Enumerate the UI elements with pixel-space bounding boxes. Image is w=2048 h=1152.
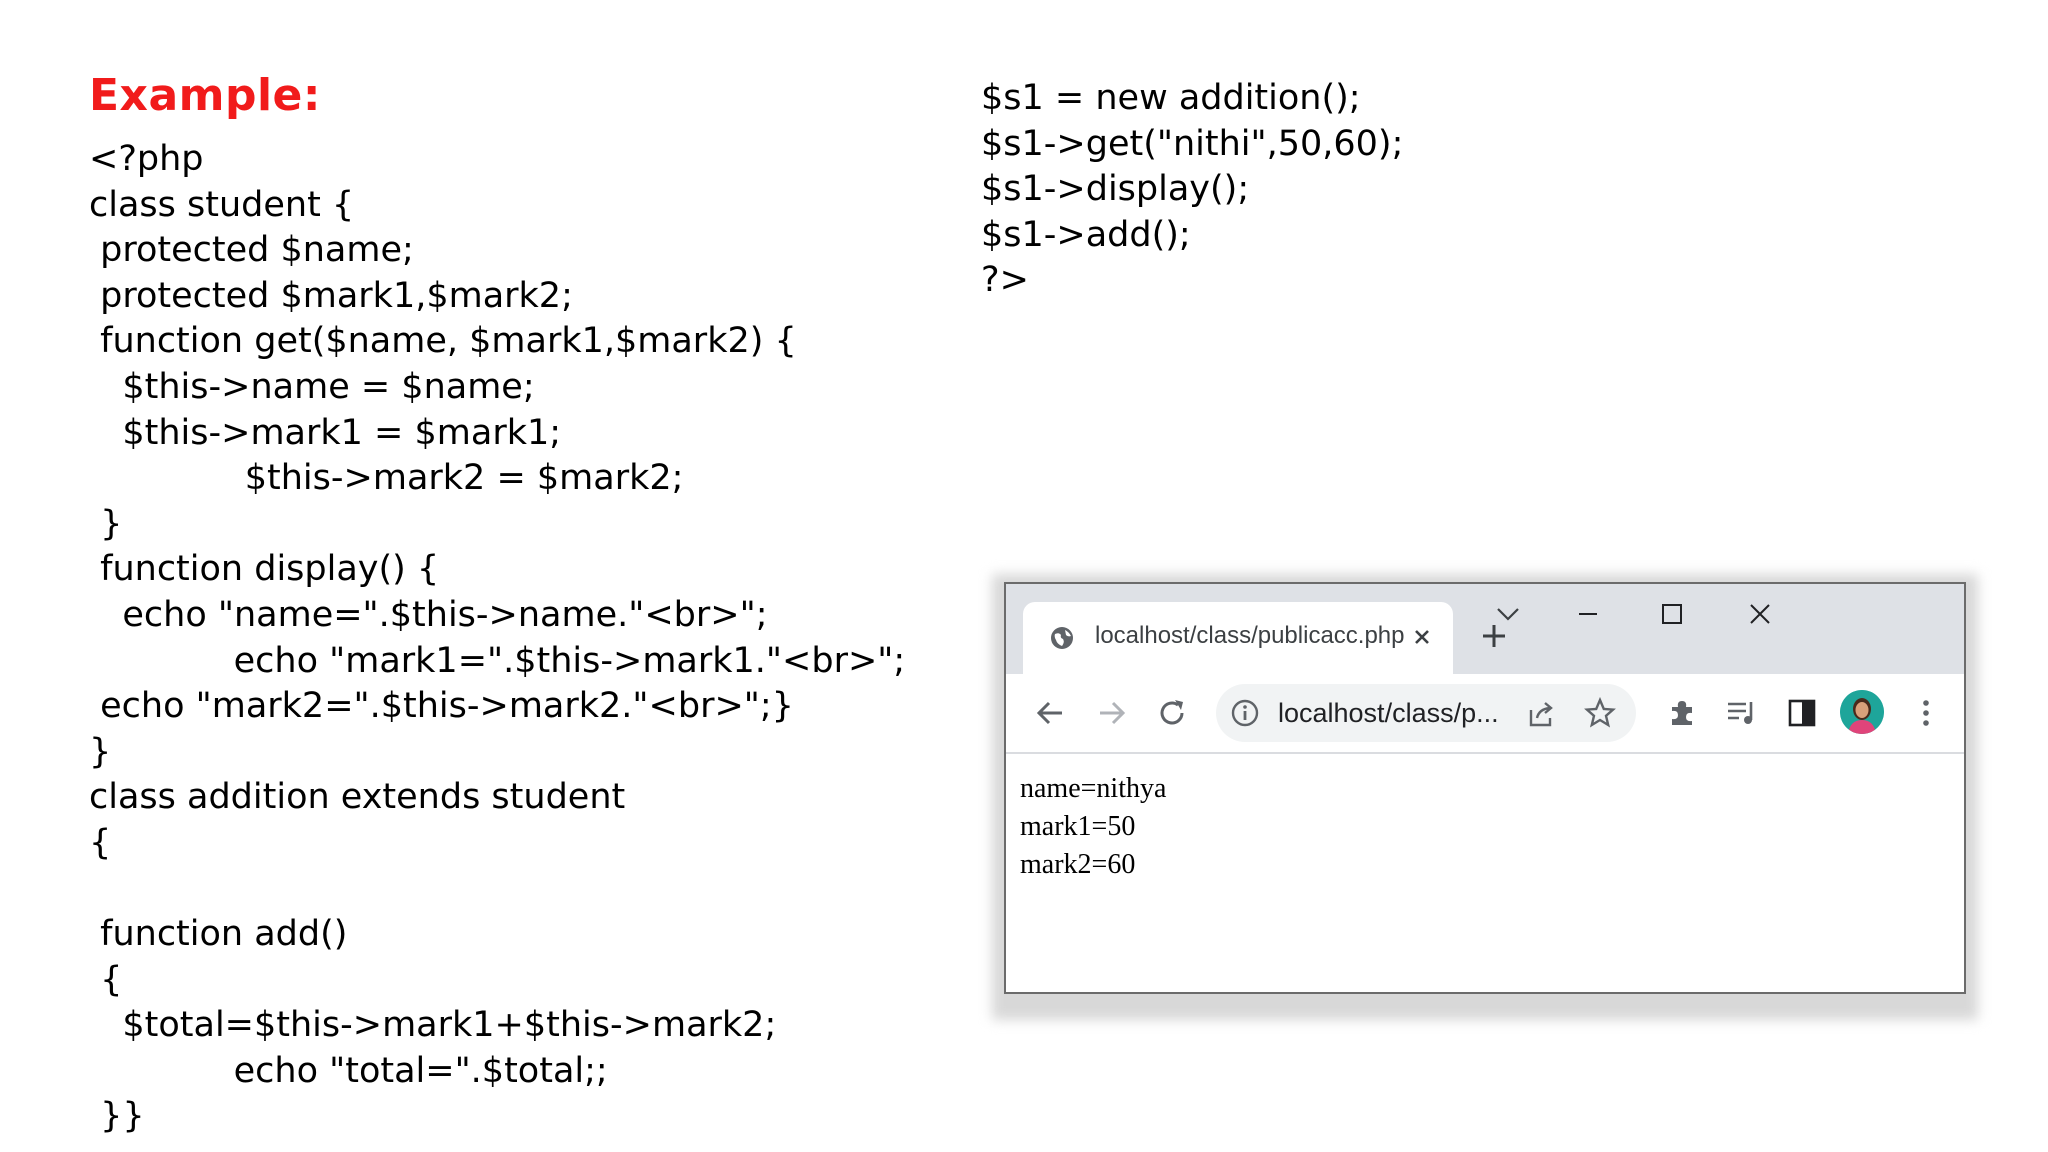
code-line: $s1->get("nithi",50,60); bbox=[981, 123, 1404, 164]
code-line: ?> bbox=[981, 260, 1029, 301]
code-line: protected $mark1,$mark2; bbox=[89, 275, 573, 316]
arrow-left-icon[interactable] bbox=[1030, 693, 1070, 733]
code-line: function display() { bbox=[89, 549, 440, 590]
output-line: name=nithya bbox=[1020, 773, 1167, 804]
kebab-menu-icon[interactable] bbox=[1906, 693, 1946, 733]
globe-icon bbox=[1051, 627, 1073, 649]
tab-strip: localhost/class/publicacc.php bbox=[1006, 584, 1964, 674]
tab-title: localhost/class/publicacc.php bbox=[1095, 622, 1405, 649]
code-line: echo "mark2=".$this->mark2."<br>";} bbox=[89, 686, 794, 727]
php-code-left: <?php class student { protected $name; pr… bbox=[89, 137, 905, 1140]
slide-heading: Example: bbox=[89, 70, 321, 121]
code-line: $this->mark1 = $mark1; bbox=[89, 412, 562, 453]
maximize-icon[interactable] bbox=[1652, 594, 1692, 634]
avatar[interactable] bbox=[1840, 690, 1884, 734]
code-line: <?php bbox=[89, 139, 204, 179]
output-line: mark2=60 bbox=[1020, 849, 1136, 880]
code-line: }} bbox=[89, 1096, 145, 1137]
address-bar[interactable]: localhost/class/p... bbox=[1216, 684, 1636, 742]
minimize-icon[interactable] bbox=[1568, 594, 1608, 634]
page-output: name=nithya mark1=50 mark2=60 bbox=[1020, 770, 1166, 884]
close-icon[interactable] bbox=[1740, 594, 1780, 634]
code-line: class student { bbox=[89, 184, 355, 225]
php-code-right: $s1 = new addition(); $s1->get("nithi",50… bbox=[981, 76, 1403, 304]
code-line: $s1->add(); bbox=[981, 214, 1191, 255]
info-icon[interactable] bbox=[1230, 698, 1260, 728]
code-line: } bbox=[89, 503, 123, 544]
code-line: { bbox=[89, 822, 112, 863]
browser-tab[interactable]: localhost/class/publicacc.php bbox=[1023, 602, 1453, 674]
code-line: function get($name, $mark1,$mark2) { bbox=[89, 321, 797, 362]
code-line: echo "total=".$total;; bbox=[89, 1050, 608, 1091]
output-line: mark1=50 bbox=[1020, 811, 1136, 842]
chevron-down-icon[interactable] bbox=[1488, 594, 1528, 634]
code-line: $s1 = new addition(); bbox=[981, 78, 1361, 118]
code-line: echo "mark1=".$this->mark1."<br>"; bbox=[89, 640, 906, 681]
reload-icon[interactable] bbox=[1152, 693, 1192, 733]
code-line: $total=$this->mark1+$this->mark2; bbox=[89, 1005, 777, 1046]
code-line: class addition extends student bbox=[89, 777, 626, 818]
code-line: $this->name = $name; bbox=[89, 366, 535, 407]
code-line: { bbox=[89, 959, 123, 1000]
side-panel-icon[interactable] bbox=[1782, 693, 1822, 733]
close-icon[interactable] bbox=[1409, 624, 1435, 650]
address-text: localhost/class/p... bbox=[1278, 698, 1499, 728]
puzzle-icon[interactable] bbox=[1662, 693, 1702, 733]
browser-window: localhost/class/publicacc.php localhost/… bbox=[1004, 582, 1966, 994]
arrow-right-icon[interactable] bbox=[1092, 693, 1132, 733]
share-icon[interactable] bbox=[1526, 698, 1558, 730]
code-line: $s1->display(); bbox=[981, 169, 1250, 210]
browser-toolbar: localhost/class/p... bbox=[1006, 674, 1964, 754]
code-line: echo "name=".$this->name."<br>"; bbox=[89, 594, 768, 635]
code-line: $this->mark2 = $mark2; bbox=[89, 458, 684, 499]
code-line: protected $name; bbox=[89, 230, 414, 271]
code-line: function add() bbox=[89, 914, 348, 955]
media-control-icon[interactable] bbox=[1722, 693, 1762, 733]
code-line: } bbox=[89, 731, 112, 772]
star-icon[interactable] bbox=[1584, 697, 1616, 729]
